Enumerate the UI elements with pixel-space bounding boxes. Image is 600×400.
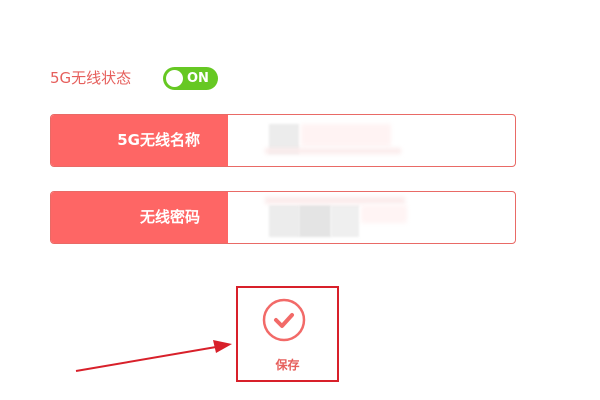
wireless-settings-panel: 5G无线状态 ON 5G无线名称 无线密码 保存 bbox=[0, 0, 600, 400]
wireless-status-toggle[interactable]: ON bbox=[163, 67, 218, 90]
check-circle-icon bbox=[262, 298, 306, 342]
toggle-knob bbox=[166, 70, 183, 87]
toggle-state-text: ON bbox=[187, 71, 209, 86]
password-label: 无线密码 bbox=[51, 192, 228, 243]
password-input[interactable] bbox=[228, 192, 515, 243]
ssid-input[interactable] bbox=[228, 115, 515, 166]
password-field-row: 无线密码 bbox=[50, 191, 516, 244]
save-button[interactable]: 保存 bbox=[236, 286, 339, 382]
save-label: 保存 bbox=[275, 358, 300, 372]
wireless-status-label: 5G无线状态 bbox=[50, 69, 132, 87]
ssid-field-row: 5G无线名称 bbox=[50, 114, 516, 167]
ssid-label: 5G无线名称 bbox=[51, 115, 228, 166]
